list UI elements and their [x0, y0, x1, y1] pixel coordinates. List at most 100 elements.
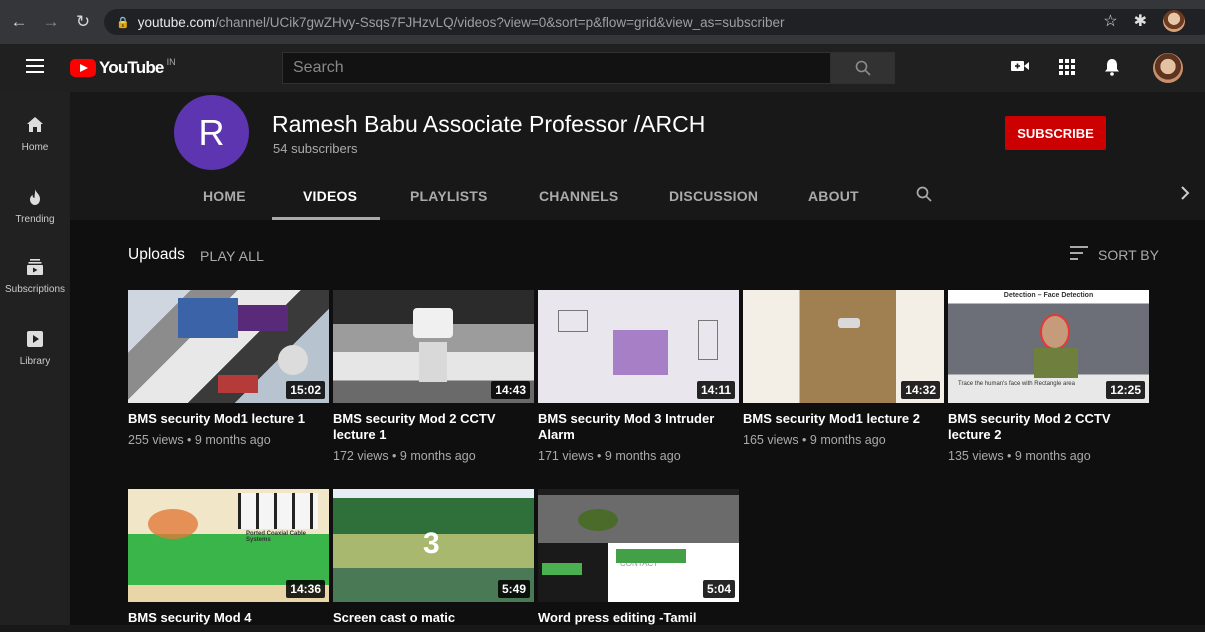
video-meta: 135 views • 9 months ago	[948, 449, 1091, 463]
thumb-countdown: 3	[423, 527, 440, 560]
subscriber-count: 54 subscribers	[273, 141, 358, 156]
browser-toolbar: ← → ↻ 🔒 youtube.com/channel/UCik7gwZHvy-…	[0, 0, 1205, 44]
video-card[interactable]: 14:32 BMS security Mod1 lecture 2 165 vi…	[743, 290, 944, 447]
sidebar-label: Home	[21, 142, 49, 153]
lock-icon: 🔒	[116, 16, 130, 29]
video-thumbnail[interactable]: 15:02	[128, 290, 329, 403]
video-thumbnail[interactable]: 14:32	[743, 290, 944, 403]
video-card[interactable]: 15:02 BMS security Mod1 lecture 1 255 vi…	[128, 290, 329, 447]
video-meta: 172 views • 9 months ago	[333, 449, 476, 463]
video-card[interactable]: Detection – Face Detection Trace the hum…	[948, 290, 1149, 463]
search-button[interactable]	[831, 52, 895, 84]
channel-title: Ramesh Babu Associate Professor /ARCH	[272, 111, 706, 137]
hamburger-menu-icon[interactable]	[26, 59, 44, 73]
tab-channels[interactable]: CHANNELS	[539, 188, 618, 204]
apps-grid-icon[interactable]	[1058, 58, 1076, 81]
extensions-puzzle-icon[interactable]: ✱	[1134, 11, 1147, 31]
video-duration: 12:25	[1106, 381, 1145, 399]
sidebar-item-library[interactable]: Library	[0, 330, 70, 367]
video-title[interactable]: BMS security Mod 3 Intruder Alarm	[538, 411, 739, 443]
video-meta: 255 views • 9 months ago	[128, 433, 271, 447]
home-icon	[0, 116, 70, 138]
video-duration: 14:36	[286, 580, 325, 598]
channel-tabs: HOME VIDEOS PLAYLISTS CHANNELS DISCUSSIO…	[70, 180, 1205, 220]
reload-icon[interactable]: ↻	[70, 9, 96, 35]
forward-arrow-icon[interactable]: →	[38, 9, 64, 35]
sidebar-label: Trending	[15, 214, 55, 225]
video-thumbnail[interactable]: 14:11	[538, 290, 739, 403]
video-duration: 5:04	[702, 580, 735, 598]
video-card[interactable]: 3 5:49 Screen cast o matic	[333, 489, 534, 632]
subscriptions-icon	[0, 258, 70, 280]
play-all-button[interactable]: PLAY ALL	[200, 248, 264, 264]
browser-profile-avatar[interactable]	[1163, 10, 1185, 32]
logo-region: IN	[166, 57, 176, 67]
video-meta: 171 views • 9 months ago	[538, 449, 681, 463]
video-card[interactable]: 14:11 BMS security Mod 3 Intruder Alarm …	[538, 290, 739, 463]
channel-search-icon[interactable]	[916, 186, 932, 207]
search-box	[282, 52, 831, 84]
youtube-logo[interactable]: YouTube IN	[70, 57, 176, 78]
video-card[interactable]: 14:43 BMS security Mod 2 CCTV lecture 1 …	[333, 290, 534, 463]
trending-flame-icon	[0, 188, 70, 210]
youtube-play-icon	[70, 59, 96, 77]
sidebar-label: Subscriptions	[4, 284, 66, 295]
video-thumbnail[interactable]: 14:43	[333, 290, 534, 403]
channel-header: R Ramesh Babu Associate Professor /ARCH …	[70, 92, 1205, 220]
video-title[interactable]: BMS security Mod1 lecture 1	[128, 411, 329, 427]
video-duration: 5:49	[497, 580, 530, 598]
channel-avatar[interactable]: R	[174, 95, 249, 170]
video-card[interactable]: CONTACT 5:04 Word press editing -Tamil	[538, 489, 739, 632]
bookmark-star-icon[interactable]: ☆	[1103, 11, 1117, 31]
search-input[interactable]	[293, 59, 830, 77]
tab-discussion[interactable]: DISCUSSION	[669, 188, 758, 204]
user-avatar[interactable]	[1153, 53, 1183, 83]
video-title[interactable]: BMS security Mod 2 CCTV lecture 1	[333, 411, 534, 443]
sidebar-label: Library	[19, 356, 51, 367]
mini-sidebar: Home Trending Subscriptions Library	[0, 92, 70, 625]
video-duration: 14:32	[901, 381, 940, 399]
video-title[interactable]: BMS security Mod1 lecture 2	[743, 411, 944, 427]
search-icon	[855, 60, 871, 76]
sidebar-item-home[interactable]: Home	[0, 116, 70, 153]
sort-by-label: SORT BY	[1098, 247, 1159, 263]
video-title[interactable]: Screen cast o matic	[333, 610, 534, 626]
sort-icon	[1070, 246, 1088, 264]
tab-home[interactable]: HOME	[203, 188, 246, 204]
sidebar-item-subscriptions[interactable]: Subscriptions	[0, 258, 70, 295]
create-video-icon[interactable]	[1010, 58, 1030, 79]
thumb-top-text: Detection – Face Detection	[1003, 292, 1094, 299]
thumb-caption: Ported Coaxial Cable Systems	[246, 531, 307, 543]
section-title: Uploads	[128, 246, 185, 263]
video-title[interactable]: Word press editing -Tamil	[538, 610, 739, 626]
thumb-caption: Trace the human's face with Rectangle ar…	[958, 381, 1075, 387]
chevron-right-icon[interactable]	[1180, 186, 1190, 205]
browser-actions: ☆ ✱	[1103, 10, 1185, 32]
subscribe-button[interactable]: SUBSCRIBE	[1005, 116, 1106, 150]
logo-text: YouTube	[99, 58, 164, 77]
video-title[interactable]: BMS security Mod 2 CCTV lecture 2	[948, 411, 1149, 443]
video-thumbnail[interactable]: Ported Coaxial Cable Systems 14:36	[128, 489, 329, 602]
url-host: youtube.com	[137, 14, 215, 30]
video-thumbnail[interactable]: 3 5:49	[333, 489, 534, 602]
video-thumbnail[interactable]: Detection – Face Detection Trace the hum…	[948, 290, 1149, 403]
url-text[interactable]: youtube.com/channel/UCik7gwZHvy-Ssqs7FJH…	[138, 15, 785, 30]
notifications-bell-icon[interactable]	[1104, 58, 1120, 81]
sidebar-item-trending[interactable]: Trending	[0, 188, 70, 225]
video-duration: 15:02	[286, 381, 325, 399]
youtube-header: YouTube IN	[0, 44, 1205, 92]
back-arrow-icon[interactable]: ←	[6, 9, 32, 35]
video-thumbnail[interactable]: CONTACT 5:04	[538, 489, 739, 602]
video-card[interactable]: Ported Coaxial Cable Systems 14:36 BMS s…	[128, 489, 329, 632]
video-meta: 165 views • 9 months ago	[743, 433, 886, 447]
video-duration: 14:11	[696, 381, 735, 399]
videos-content: Uploads PLAY ALL SORT BY 15:02 BMS secur…	[70, 220, 1205, 625]
library-icon	[0, 330, 70, 352]
tab-about[interactable]: ABOUT	[808, 188, 859, 204]
sort-by-button[interactable]: SORT BY	[1070, 246, 1159, 264]
tab-playlists[interactable]: PLAYLISTS	[410, 188, 488, 204]
address-bar[interactable]: 🔒 youtube.com/channel/UCik7gwZHvy-Ssqs7F…	[104, 9, 1205, 35]
video-title[interactable]: BMS security Mod 4	[128, 610, 329, 626]
tab-videos[interactable]: VIDEOS	[303, 188, 357, 204]
video-duration: 14:43	[491, 381, 530, 399]
